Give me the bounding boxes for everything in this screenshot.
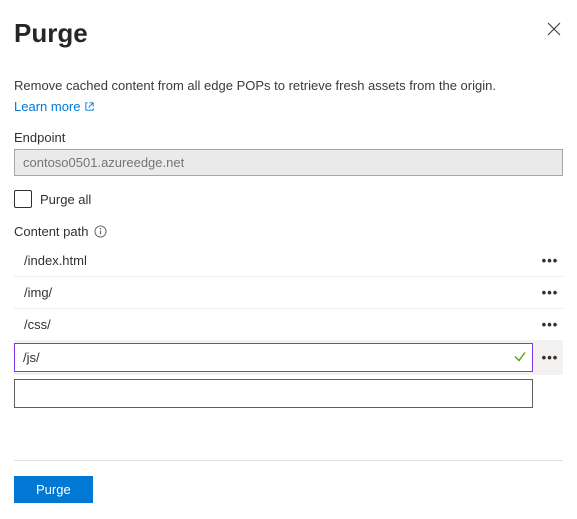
path-more-button[interactable]: ••• — [537, 249, 563, 272]
endpoint-label: Endpoint — [14, 130, 563, 145]
path-row-editing: ••• — [14, 340, 563, 375]
close-icon — [547, 22, 561, 36]
endpoint-input — [14, 149, 563, 176]
info-icon[interactable] — [94, 225, 107, 238]
description-text: Remove cached content from all edge POPs… — [14, 77, 563, 95]
external-link-icon — [84, 101, 95, 112]
content-path-list: /index.html ••• /img/ ••• /css/ ••• ••• — [14, 245, 563, 408]
path-more-button[interactable]: ••• — [537, 313, 563, 336]
path-row-blank — [14, 379, 563, 408]
purge-all-checkbox[interactable] — [14, 190, 32, 208]
path-value[interactable]: /img/ — [14, 277, 537, 308]
path-more-button[interactable]: ••• — [537, 346, 563, 369]
divider — [14, 460, 563, 461]
close-button[interactable] — [545, 20, 563, 41]
purge-button[interactable]: Purge — [14, 476, 93, 503]
path-row: /index.html ••• — [14, 245, 563, 277]
path-row: /img/ ••• — [14, 277, 563, 309]
path-input-blank[interactable] — [14, 379, 533, 408]
checkmark-icon — [513, 349, 527, 366]
learn-more-label: Learn more — [14, 99, 80, 114]
path-row: /css/ ••• — [14, 309, 563, 340]
path-value[interactable]: /index.html — [14, 245, 537, 276]
content-path-label: Content path — [14, 224, 88, 239]
learn-more-link[interactable]: Learn more — [14, 99, 95, 114]
path-input[interactable] — [14, 343, 533, 372]
purge-all-label: Purge all — [40, 192, 91, 207]
path-more-button[interactable]: ••• — [537, 281, 563, 304]
page-title: Purge — [14, 18, 88, 49]
path-value[interactable]: /css/ — [14, 309, 537, 340]
